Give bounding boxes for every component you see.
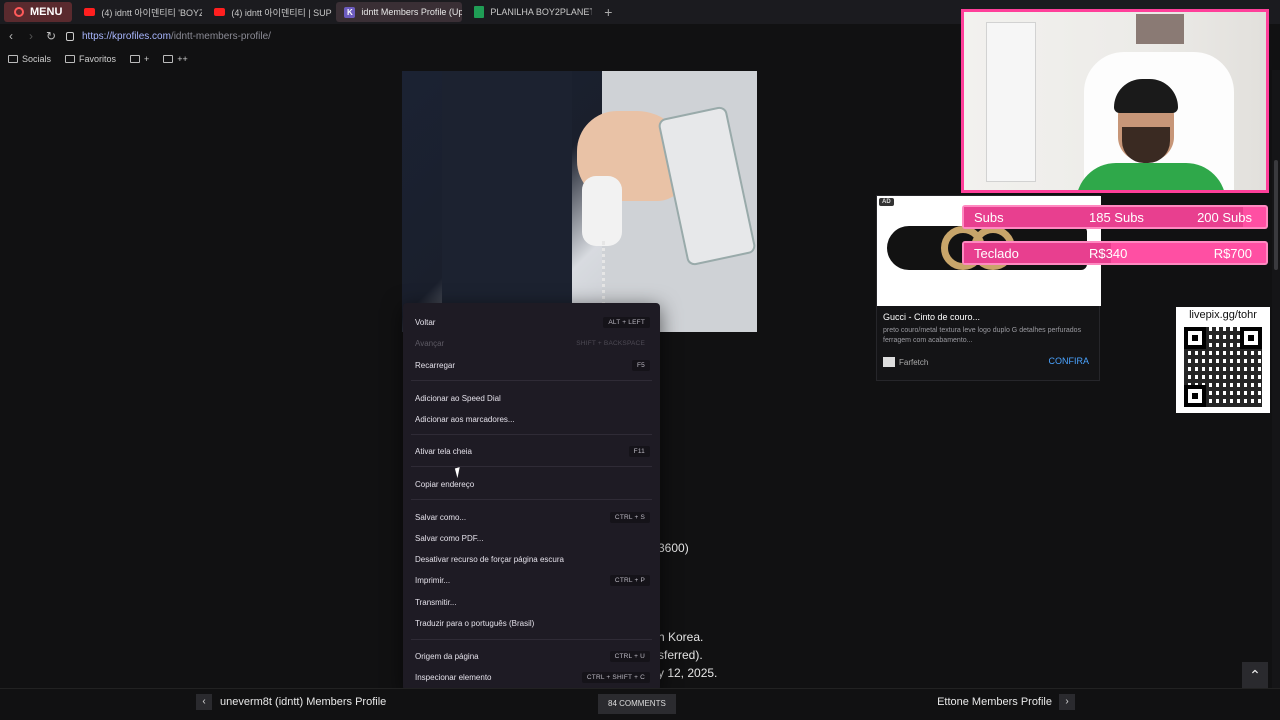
shortcut-label: SHIFT + BACKSPACE xyxy=(576,339,645,347)
scrollbar-thumb[interactable] xyxy=(1274,160,1278,270)
member-photo xyxy=(402,71,757,332)
new-tab-button[interactable]: + xyxy=(600,4,616,20)
tab-label: (4) idntt 아이덴티티 | SUP xyxy=(231,7,332,18)
tab-youtube-2[interactable]: (4) idntt 아이덴티티 | SUP xyxy=(206,2,332,22)
youtube-icon xyxy=(84,8,96,16)
goal-label: Teclado xyxy=(974,245,1019,261)
folder-icon xyxy=(65,55,76,63)
forward-icon[interactable]: › xyxy=(22,27,40,45)
menu-item-translate[interactable]: Traduzir para o português (Brasil) xyxy=(415,614,650,632)
body-text-fragment: h Korea. xyxy=(658,630,704,644)
shortcut-label: CTRL + S xyxy=(609,511,650,523)
ad-title[interactable]: Gucci - Cinto de couro... xyxy=(883,312,980,322)
tab-sheets[interactable]: PLANILHA BOY2PLANET xyxy=(466,2,592,22)
goal-current: 185 Subs xyxy=(1089,209,1144,225)
goal-bar-teclado: Teclado R$340 R$700 xyxy=(962,241,1268,265)
qr-label: livepix.gg/tohr xyxy=(1189,309,1257,321)
menu-separator xyxy=(411,499,652,500)
tab-youtube-1[interactable]: (4) idntt 아이덴티티 'BOYZ xyxy=(76,2,202,22)
shortcut-label: CTRL + U xyxy=(609,650,650,662)
comments-button[interactable]: 84 COMMENTS xyxy=(598,694,676,714)
url-path: /idntt-members-profile/ xyxy=(170,30,271,42)
farfetch-logo-icon xyxy=(883,357,895,367)
ad-cta-link[interactable]: CONFIRA xyxy=(1049,356,1090,366)
ad-source: Farfetch xyxy=(883,357,928,367)
bookmark-folder-favoritos[interactable]: Favoritos xyxy=(65,54,116,64)
tab-label: PLANILHA BOY2PLANET xyxy=(490,7,593,17)
livepix-qr-card: livepix.gg/tohr xyxy=(1176,307,1270,413)
menu-separator xyxy=(411,434,652,435)
next-arrow-icon[interactable]: › xyxy=(1059,694,1075,710)
lock-icon xyxy=(66,31,74,41)
menu-item-save-pdf[interactable]: Salvar como PDF... xyxy=(415,529,650,547)
opera-menu-button[interactable]: MENU xyxy=(4,2,73,22)
post-navigation: ‹ uneverm8t (idntt) Members Profile 84 C… xyxy=(0,688,1280,720)
goal-target: 200 Subs xyxy=(1197,209,1252,225)
menu-separator xyxy=(411,639,652,640)
menu-item-inspect[interactable]: Inspecionar elemento CTRL + SHIFT + C xyxy=(415,668,650,686)
bookmark-folder-plusplus[interactable]: ++ xyxy=(163,54,188,64)
ad-badge: AD xyxy=(879,198,894,206)
url-field[interactable]: https://kprofiles.com/idntt-members-prof… xyxy=(82,31,271,42)
menu-item-copy-address[interactable]: Copiar endereço xyxy=(415,475,650,493)
kprofiles-icon: K xyxy=(344,6,356,18)
menu-item-cast[interactable]: Transmitir... xyxy=(415,593,650,611)
webcam-overlay xyxy=(961,9,1269,193)
shortcut-label: ALT + LEFT xyxy=(603,316,650,328)
bookmark-folder-plus[interactable]: + xyxy=(130,54,149,64)
opera-logo-icon xyxy=(14,7,24,17)
menu-item-recarregar[interactable]: Recarregar F5 xyxy=(415,356,650,374)
body-text-fragment: y 12, 2025. xyxy=(658,666,718,680)
back-icon[interactable]: ‹ xyxy=(2,27,20,45)
tab-label: idntt Members Profile (Up xyxy=(361,7,463,17)
youtube-icon xyxy=(214,8,226,16)
tab-label: (4) idntt 아이덴티티 'BOYZ xyxy=(101,7,203,18)
context-menu: Voltar ALT + LEFT Avançar SHIFT + BACKSPAC… xyxy=(403,303,660,691)
body-text-fragment: sferred). xyxy=(658,648,703,662)
sheets-icon xyxy=(474,6,485,18)
menu-item-fullscreen[interactable]: Ativar tela cheia F11 xyxy=(415,442,650,460)
menu-separator xyxy=(411,380,652,381)
folder-icon xyxy=(163,55,174,63)
url-host: https://kprofiles.com xyxy=(82,30,171,42)
scroll-to-top-button[interactable]: ⌃ xyxy=(1242,662,1268,688)
prev-post-link[interactable]: uneverm8t (idntt) Members Profile xyxy=(220,696,386,708)
shortcut-label: CTRL + P xyxy=(609,574,650,586)
menu-label: MENU xyxy=(30,6,63,18)
menu-item-view-source[interactable]: Origem da página CTRL + U xyxy=(415,647,650,665)
shortcut-label: F5 xyxy=(632,359,650,371)
folder-icon xyxy=(8,55,18,63)
menu-item-voltar[interactable]: Voltar ALT + LEFT xyxy=(415,313,650,331)
bookmark-folder-socials[interactable]: Socials xyxy=(8,54,51,64)
prev-arrow-icon[interactable]: ‹ xyxy=(196,694,212,710)
menu-item-save-as[interactable]: Salvar como... CTRL + S xyxy=(415,508,650,526)
shortcut-label: F11 xyxy=(628,445,650,457)
goal-bar-subs: Subs 185 Subs 200 Subs xyxy=(962,205,1268,229)
menu-item-bookmarks[interactable]: Adicionar aos marcadores... xyxy=(415,410,650,428)
menu-item-avancar: Avançar SHIFT + BACKSPACE xyxy=(415,334,650,352)
goal-label: Subs xyxy=(974,209,1004,225)
folder-icon xyxy=(130,55,141,63)
shortcut-label: CTRL + SHIFT + C xyxy=(581,671,650,683)
goal-target: R$700 xyxy=(1213,245,1252,261)
tab-kprofiles[interactable]: K idntt Members Profile (Up xyxy=(336,2,463,22)
menu-item-print[interactable]: Imprimir... CTRL + P xyxy=(415,571,650,589)
next-post-link[interactable]: Ettone Members Profile xyxy=(937,696,1052,708)
bookmark-label: Favoritos xyxy=(79,54,117,64)
menu-separator xyxy=(411,466,652,467)
bookmark-label: + xyxy=(144,54,150,64)
menu-item-force-dark[interactable]: Desativar recurso de forçar página escur… xyxy=(415,550,650,568)
reload-icon[interactable]: ↻ xyxy=(42,27,60,45)
menu-item-speed-dial[interactable]: Adicionar ao Speed Dial xyxy=(415,389,650,407)
ad-source-label: Farfetch xyxy=(899,357,929,367)
ad-description: preto couro/metal textura leve logo dupl… xyxy=(883,327,1082,344)
goal-current: R$340 xyxy=(1089,245,1128,261)
bookmark-label: ++ xyxy=(177,54,188,64)
bookmark-label: Socials xyxy=(22,54,52,64)
body-text-fragment: 3600) xyxy=(658,541,689,555)
page-scrollbar[interactable] xyxy=(1272,70,1280,688)
